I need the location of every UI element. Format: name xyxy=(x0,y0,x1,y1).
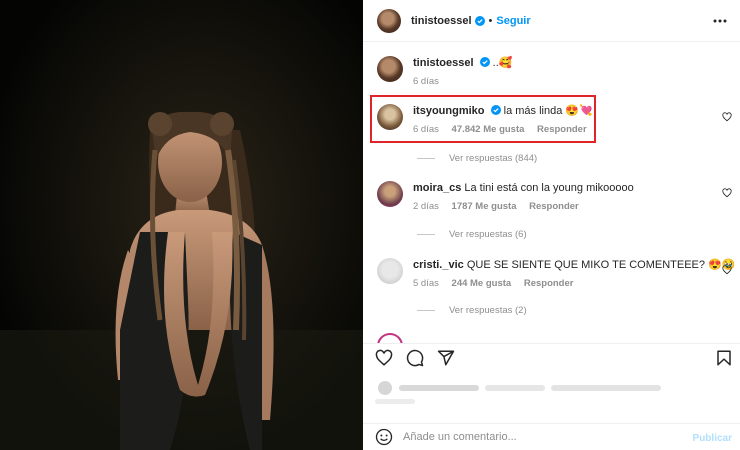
comment-time: 5 días xyxy=(413,278,439,289)
author-avatar[interactable] xyxy=(377,56,403,82)
blurred-content xyxy=(375,381,661,404)
bookmark-icon[interactable] xyxy=(715,349,733,367)
comment-likes[interactable]: 244 Me gusta xyxy=(452,278,512,289)
post-image xyxy=(0,0,363,450)
comment-likes[interactable]: 1787 Me gusta xyxy=(452,201,517,212)
likes-summary-blurred xyxy=(375,379,675,409)
view-replies[interactable]: Ver respuestas (2) xyxy=(417,305,527,316)
view-replies[interactable]: Ver respuestas (6) xyxy=(417,229,527,240)
comment-time: 2 días xyxy=(413,201,439,212)
post-header: tinistoessel • Seguir xyxy=(363,0,740,42)
verified-icon xyxy=(479,57,490,67)
view-replies[interactable]: Ver respuestas (844) xyxy=(417,153,537,164)
emoji-icon[interactable] xyxy=(375,428,393,446)
heart-icon[interactable] xyxy=(375,349,393,367)
comment-like-icon[interactable] xyxy=(722,265,732,275)
comment-input[interactable] xyxy=(403,431,673,443)
caption: tinistoessel ..🥰 6 días xyxy=(377,56,512,87)
reply-button[interactable]: Responder xyxy=(524,278,574,289)
comment-like-icon[interactable] xyxy=(722,112,732,122)
comment-username[interactable]: cristi._vic xyxy=(413,259,464,271)
commenter-avatar[interactable] xyxy=(377,333,403,343)
highlight-box xyxy=(370,95,596,143)
comment-composer: Publicar xyxy=(363,423,740,450)
more-options-icon[interactable] xyxy=(712,13,728,29)
caption-time: 6 días xyxy=(413,76,439,87)
comment-icon[interactable] xyxy=(406,349,424,367)
follow-button[interactable]: Seguir xyxy=(496,15,530,27)
caption-username[interactable]: tinistoessel xyxy=(413,57,474,69)
post-panel: tinistoessel • Seguir tinistoessel ..🥰 6… xyxy=(363,0,740,450)
publish-button[interactable]: Publicar xyxy=(693,433,732,444)
separator-dot: • xyxy=(488,14,493,27)
verified-icon xyxy=(474,15,485,26)
reply-button[interactable]: Responder xyxy=(529,201,579,212)
action-bar xyxy=(363,343,740,373)
post-photo[interactable] xyxy=(0,0,363,450)
author-avatar[interactable] xyxy=(377,8,401,33)
comment-item: cristi._vic QUE SE SIENTE QUE MIKO TE CO… xyxy=(377,258,735,289)
comment-text: QUE SE SIENTE QUE MIKO TE COMENTEEE? 😍🥹 xyxy=(466,259,736,271)
caption-text: ..🥰 xyxy=(492,57,513,69)
comment-username[interactable]: moira_cs xyxy=(413,182,461,194)
comment-like-icon[interactable] xyxy=(722,188,732,198)
comment-item: moira_cs La tini está con la young mikoo… xyxy=(377,181,634,212)
share-icon[interactable] xyxy=(437,349,455,367)
commenter-avatar[interactable] xyxy=(377,258,403,284)
author-username[interactable]: tinistoessel xyxy=(411,15,472,27)
comments-list[interactable]: tinistoessel ..🥰 6 días itsyoungmiko la … xyxy=(363,43,740,343)
comment-text: La tini está con la young mikooooo xyxy=(464,182,634,194)
commenter-avatar[interactable] xyxy=(377,181,403,207)
